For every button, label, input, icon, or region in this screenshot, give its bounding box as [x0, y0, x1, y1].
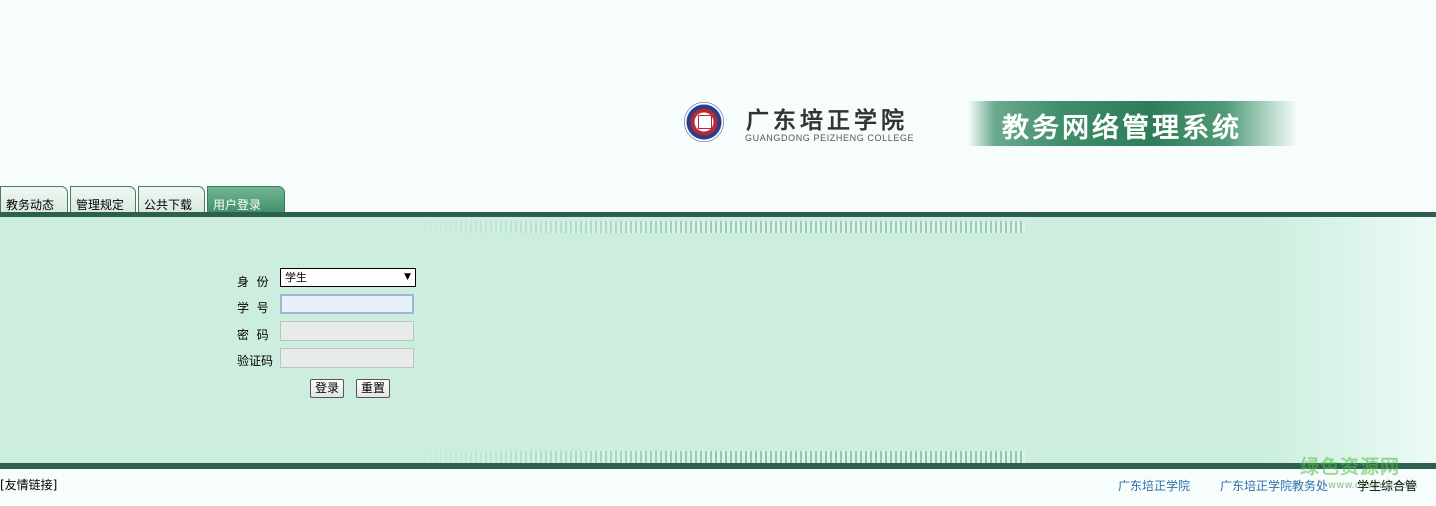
system-title-banner: 教务网络管理系统 — [968, 101, 1298, 146]
footer-link-college[interactable]: 广东培正学院 — [1118, 477, 1190, 494]
login-panel — [0, 217, 1436, 463]
reset-button[interactable]: 重置 — [356, 379, 391, 398]
tab-public-downloads[interactable]: 公共下载 — [138, 186, 205, 213]
identity-select[interactable]: 学生 ▼ — [280, 268, 416, 287]
system-title: 教务网络管理系统 — [1002, 113, 1242, 144]
college-name-en: GUANGDONG PEIZHENG COLLEGE — [745, 133, 915, 143]
college-seal-icon — [684, 102, 724, 142]
captcha-input[interactable] — [280, 348, 414, 368]
student-id-label: 学 号 — [237, 301, 269, 315]
tab-user-login[interactable]: 用户登录 — [207, 186, 285, 213]
identity-label: 身 份 — [237, 275, 269, 289]
student-id-input[interactable] — [280, 294, 414, 314]
decorative-dots-bottom — [410, 451, 1025, 463]
login-button[interactable]: 登录 — [310, 379, 345, 398]
college-name-cn: 广东培正学院 — [746, 107, 908, 134]
friendly-links-label: [友情链接] — [0, 478, 58, 492]
password-label: 密 码 — [237, 328, 269, 342]
password-input[interactable] — [280, 321, 414, 341]
footer-link-academic-affairs[interactable]: 广东培正学院教务处 — [1220, 477, 1328, 494]
tab-academic-news[interactable]: 教务动态 — [0, 186, 68, 213]
captcha-label: 验证码 — [237, 354, 274, 368]
footer-student-management[interactable]: 学生综合管 — [1357, 477, 1417, 494]
tab-regulations[interactable]: 管理规定 — [70, 186, 136, 213]
seal-emblem — [698, 115, 712, 129]
dropdown-arrow-icon: ▼ — [404, 272, 411, 282]
identity-selected-value: 学生 — [285, 271, 307, 284]
decorative-dots-top — [410, 221, 1025, 233]
footer-divider — [0, 463, 1436, 469]
